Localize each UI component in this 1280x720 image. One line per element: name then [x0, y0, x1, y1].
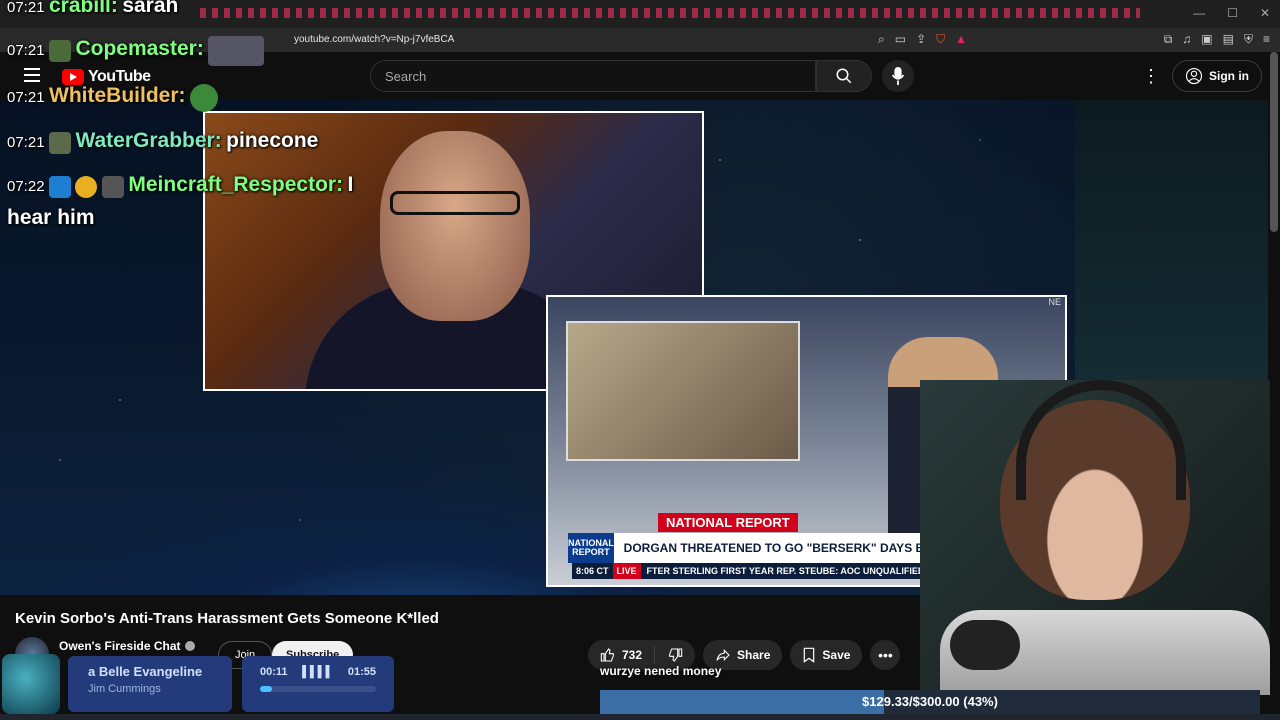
song-progress-card: 00:11 ▌▌▌▌ 01:55 — [242, 656, 394, 712]
chat-continuation: hear him — [7, 206, 95, 230]
guest-video-box — [566, 321, 800, 461]
media-icon[interactable]: ♫ — [1182, 32, 1191, 47]
window-controls: — ☐ ✕ — [1193, 6, 1270, 20]
menu-icon[interactable]: ≡ — [1263, 32, 1270, 47]
now-playing-widget: a Belle Evangeline Jim Cummings 00:11 ▌▌… — [0, 650, 400, 720]
chat-message: 07:21 WaterGrabber: pinecone — [7, 129, 319, 154]
toolbar-icons: ⧉ ♫ ▣ ▤ ⛨ ≡ — [1164, 32, 1270, 47]
chat-username: WhiteBuilder — [49, 84, 179, 108]
voice-search-button[interactable] — [882, 60, 914, 92]
close-icon[interactable]: ✕ — [1260, 6, 1270, 20]
news-banner: NATIONAL REPORT — [658, 513, 798, 532]
sign-in-label: Sign in — [1209, 69, 1249, 83]
song-progress-fill — [260, 686, 272, 692]
account-icon — [1185, 67, 1203, 85]
screen: — ☐ ✕ youtube.com/watch?v=Np-j7vfeBCA ⌕ … — [0, 0, 1280, 720]
pepe-emote-icon — [189, 84, 218, 112]
page-scrollbar[interactable] — [1270, 52, 1278, 232]
elapsed-time: 00:11 — [260, 666, 288, 678]
song-duration: 01:55 — [347, 666, 376, 678]
zoom-icon[interactable]: ⌕ — [878, 32, 885, 47]
cast-icon[interactable]: ▭ — [895, 32, 906, 47]
browser-tab-strip: — ☐ ✕ — [0, 0, 1280, 28]
chat-text: sarah — [122, 0, 179, 17]
address-bar-icons: ⌕ ▭ ⇪ ⛉ ▲ — [878, 32, 967, 47]
live-badge: LIVE — [612, 563, 641, 579]
vpn-icon[interactable]: ⛨ — [1244, 32, 1253, 47]
more-actions-icon[interactable]: ••• — [870, 640, 901, 670]
youtube-play-icon — [62, 69, 84, 85]
search-button[interactable] — [816, 60, 872, 92]
chat-message: 07:21 WhiteBuilder: — [7, 84, 218, 112]
bits-badge-icon — [75, 175, 98, 198]
equalizer-icon: ▌▌▌▌ — [302, 666, 334, 678]
badge-icon — [101, 175, 124, 198]
chat-message: 07:21 crabill: sarah — [7, 0, 178, 18]
donation-goal-bar: $129.33/$300.00 (43%) — [600, 690, 1260, 714]
song-progress-bar — [260, 686, 376, 692]
news-time: 8:06 CT — [572, 566, 613, 576]
bookmark-icon — [804, 647, 815, 663]
news-logo: NATIONAL REPORT — [568, 533, 614, 563]
chat-message: 07:21 Copemaster: — [7, 36, 265, 66]
search-icon — [836, 68, 852, 84]
chat-username: crabill — [49, 0, 111, 17]
streamer-webcam — [920, 380, 1270, 695]
share-label: Share — [737, 648, 771, 662]
like-count: 732 — [622, 648, 643, 662]
search-input[interactable]: Search — [370, 60, 816, 92]
chat-time: 07:21 — [7, 134, 45, 151]
chat-username: Copemaster — [75, 37, 197, 61]
microphone-icon — [891, 67, 905, 85]
album-art — [2, 654, 60, 714]
badge-icon — [49, 131, 71, 154]
hamburger-menu-icon[interactable] — [24, 68, 40, 82]
song-title: a Belle Evangeline — [88, 664, 203, 679]
tabs-row[interactable] — [200, 8, 1140, 18]
settings-kebab-icon[interactable]: ⋮ — [1142, 66, 1160, 87]
share-page-icon[interactable]: ⇪ — [916, 32, 926, 47]
share-icon — [716, 649, 730, 661]
wallet-icon[interactable]: ▤ — [1223, 32, 1234, 47]
extensions-icon[interactable]: ⧉ — [1164, 32, 1173, 47]
minimize-icon[interactable]: — — [1193, 6, 1205, 20]
chat-text: I — [347, 173, 354, 196]
chat-time: 07:22 — [7, 178, 45, 195]
url-text[interactable]: youtube.com/watch?v=Np-j7vfeBCA — [294, 34, 454, 45]
save-label: Save — [822, 648, 851, 662]
news-corner-text: NE — [1048, 297, 1061, 307]
sub-badge-icon — [49, 175, 71, 198]
chat-text: pinecone — [226, 129, 319, 152]
emote-icon — [208, 36, 265, 66]
chat-time: 07:21 — [7, 0, 45, 16]
thumbs-up-icon — [600, 648, 614, 662]
donation-message: wurzye nened money — [600, 664, 722, 678]
video-title: Kevin Sorbo's Anti-Trans Harassment Gets… — [15, 610, 439, 627]
chat-time: 07:21 — [7, 42, 45, 60]
chat-username: WaterGrabber — [75, 129, 215, 152]
badge-icon — [49, 40, 71, 62]
chat-username: Meincraft_Respector — [128, 173, 337, 196]
rewards-icon[interactable]: ▲ — [955, 32, 967, 47]
sign-in-button[interactable]: Sign in — [1172, 60, 1262, 92]
thumbs-down-icon — [669, 648, 683, 662]
song-card: a Belle Evangeline Jim Cummings — [68, 656, 232, 712]
maximize-icon[interactable]: ☐ — [1227, 6, 1238, 20]
taskbar — [0, 714, 1280, 720]
chat-time: 07:21 — [7, 89, 45, 107]
search-placeholder: Search — [385, 68, 427, 84]
chat-message: 07:22 Meincraft_Respector: I — [7, 173, 354, 198]
save-button[interactable]: Save — [790, 640, 863, 670]
chat-text: hear him — [7, 206, 95, 229]
song-artist: Jim Cummings — [88, 683, 161, 695]
shield-icon[interactable]: ⛉ — [936, 32, 945, 47]
sidebar-icon[interactable]: ▣ — [1201, 32, 1212, 47]
donation-goal-text: $129.33/$300.00 (43%) — [862, 694, 998, 709]
